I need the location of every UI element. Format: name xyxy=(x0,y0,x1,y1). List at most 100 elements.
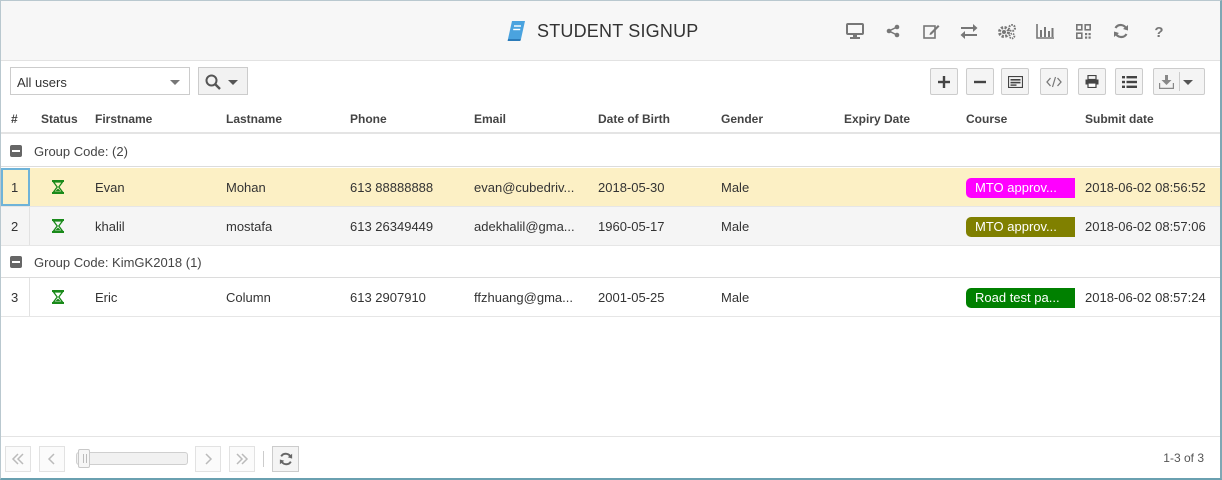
page-slider[interactable] xyxy=(76,449,188,468)
column-header-phone[interactable]: Phone xyxy=(350,112,387,126)
hourglass-icon xyxy=(52,219,64,233)
submit-date-cell[interactable]: 2018-06-02 08:57:24 xyxy=(1085,290,1206,305)
row-number-cell[interactable]: 3 xyxy=(1,278,30,316)
search-icon xyxy=(205,74,221,90)
help-icon[interactable]: ? xyxy=(1140,20,1178,42)
chevron-left-icon xyxy=(47,453,55,465)
form-icon xyxy=(1007,75,1023,88)
group-header-row[interactable]: Group Code: (2) xyxy=(1,135,1220,167)
plus-icon xyxy=(938,75,950,88)
refresh-icon xyxy=(279,452,292,466)
download-icon xyxy=(1159,74,1174,89)
dob-cell[interactable]: 2001-05-25 xyxy=(598,290,665,305)
collapse-icon[interactable] xyxy=(10,145,22,157)
submit-date-cell[interactable]: 2018-06-02 08:56:52 xyxy=(1085,180,1206,195)
gender-cell[interactable]: Male xyxy=(721,180,749,195)
row-number: 1 xyxy=(11,180,19,195)
collapse-icon[interactable] xyxy=(10,256,22,268)
download-button[interactable] xyxy=(1153,68,1205,95)
column-header-gender[interactable]: Gender xyxy=(721,112,763,126)
double-chevron-left-icon xyxy=(11,453,24,465)
previous-page-button[interactable] xyxy=(39,446,65,472)
chevron-down-icon xyxy=(1183,80,1193,85)
hourglass-icon xyxy=(52,290,64,304)
slider-handle[interactable] xyxy=(78,449,90,468)
paging-bar: 1-3 of 3 xyxy=(1,436,1220,478)
last-page-button[interactable] xyxy=(229,446,255,472)
form-view-button[interactable] xyxy=(1001,68,1029,95)
column-header-lastname[interactable]: Lastname xyxy=(226,112,282,126)
page-info: 1-3 of 3 xyxy=(1163,451,1204,465)
lastname-cell[interactable]: Mohan xyxy=(226,180,266,195)
grid-header: # Status Firstname Lastname Phone Email … xyxy=(1,101,1220,134)
first-page-button[interactable] xyxy=(5,446,31,472)
firstname-cell[interactable]: Evan xyxy=(95,180,125,195)
qr-code-icon[interactable] xyxy=(1064,20,1102,42)
column-header-course[interactable]: Course xyxy=(966,112,1007,126)
course-badge[interactable]: MTO approv... xyxy=(966,217,1075,237)
email-cell[interactable]: adekhalil@gma... xyxy=(474,219,575,234)
header-bar: STUDENT SIGNUP ? xyxy=(1,1,1220,61)
settings-icon[interactable] xyxy=(988,20,1026,42)
table-row[interactable]: 1 Evan Mohan 613 88888888 evan@cubedriv.… xyxy=(1,168,1220,207)
page-title: STUDENT SIGNUP xyxy=(537,20,699,41)
firstname-cell[interactable]: khalil xyxy=(95,219,125,234)
embed-code-button[interactable] xyxy=(1040,68,1068,95)
list-view-button[interactable] xyxy=(1115,68,1143,95)
phone-cell[interactable]: 613 26349449 xyxy=(350,219,433,234)
hourglass-icon xyxy=(52,180,64,194)
course-badge[interactable]: MTO approv... xyxy=(966,178,1075,198)
split-divider xyxy=(1179,72,1180,91)
submit-date-cell[interactable]: 2018-06-02 08:57:06 xyxy=(1085,219,1206,234)
reload-button[interactable] xyxy=(272,446,299,472)
phone-cell[interactable]: 613 88888888 xyxy=(350,180,433,195)
print-button[interactable] xyxy=(1078,68,1106,95)
dob-cell[interactable]: 2018-05-30 xyxy=(598,180,665,195)
swap-icon[interactable] xyxy=(950,20,988,42)
table-row[interactable]: 2 khalil mostafa 613 26349449 adekhalil@… xyxy=(1,207,1220,246)
lastname-cell[interactable]: mostafa xyxy=(226,219,272,234)
monitor-icon[interactable] xyxy=(836,20,874,42)
phone-cell[interactable]: 613 2907910 xyxy=(350,290,426,305)
chevron-down-icon xyxy=(228,80,238,85)
header-toolbar: ? xyxy=(836,20,1178,42)
course-badge[interactable]: Road test pa... xyxy=(966,288,1075,308)
row-number-cell[interactable]: 1 xyxy=(1,168,30,206)
refresh-icon[interactable] xyxy=(1102,20,1140,42)
add-button[interactable] xyxy=(930,68,958,95)
row-number: 3 xyxy=(11,290,19,305)
book-icon xyxy=(506,20,526,42)
user-filter-value: All users xyxy=(17,75,67,90)
paging-separator xyxy=(263,451,264,467)
user-filter-select[interactable]: All users xyxy=(10,67,190,95)
column-header-status[interactable]: Status xyxy=(41,112,78,126)
group-header-row[interactable]: Group Code: KimGK2018 (1) xyxy=(1,246,1220,278)
email-cell[interactable]: ffzhuang@gma... xyxy=(474,290,573,305)
column-header-email[interactable]: Email xyxy=(474,112,506,126)
print-icon xyxy=(1085,75,1099,88)
search-button[interactable] xyxy=(198,67,248,95)
gender-cell[interactable]: Male xyxy=(721,290,749,305)
gender-cell[interactable]: Male xyxy=(721,219,749,234)
lastname-cell[interactable]: Column xyxy=(226,290,271,305)
list-icon xyxy=(1121,75,1137,88)
bar-chart-icon[interactable] xyxy=(1026,20,1064,42)
column-header-submit-date[interactable]: Submit date xyxy=(1085,112,1154,126)
minus-icon xyxy=(974,80,986,83)
dob-cell[interactable]: 1960-05-17 xyxy=(598,219,665,234)
edit-icon[interactable] xyxy=(912,20,950,42)
chevron-down-icon xyxy=(170,80,180,85)
firstname-cell[interactable]: Eric xyxy=(95,290,117,305)
column-header-expiry-date[interactable]: Expiry Date xyxy=(844,112,910,126)
table-row[interactable]: 3 Eric Column 613 2907910 ffzhuang@gma..… xyxy=(1,278,1220,317)
row-number-cell[interactable]: 2 xyxy=(1,207,30,245)
column-header-number[interactable]: # xyxy=(11,112,18,126)
column-header-date-of-birth[interactable]: Date of Birth xyxy=(598,112,670,126)
email-cell[interactable]: evan@cubedriv... xyxy=(474,180,574,195)
grid-toolbar: All users xyxy=(1,62,1220,100)
column-header-firstname[interactable]: Firstname xyxy=(95,112,152,126)
next-page-button[interactable] xyxy=(195,446,221,472)
share-icon[interactable] xyxy=(874,20,912,42)
row-number: 2 xyxy=(11,219,19,234)
remove-button[interactable] xyxy=(966,68,994,95)
